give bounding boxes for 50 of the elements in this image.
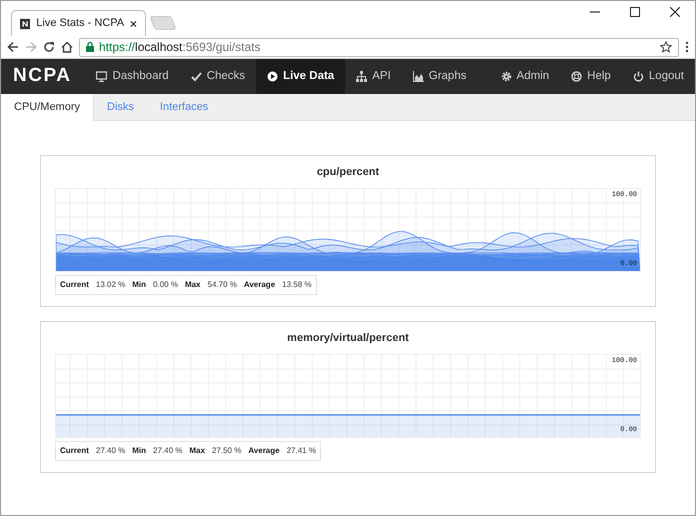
stat-label: Max (184, 278, 200, 290)
power-icon (632, 71, 644, 82)
site-icon (20, 18, 30, 30)
lock-icon (86, 42, 94, 52)
stat-label: Max (189, 444, 205, 456)
monitor-icon (96, 71, 108, 82)
close-icon[interactable] (670, 7, 680, 17)
reload-icon[interactable] (43, 41, 55, 53)
area-chart-icon (412, 71, 424, 82)
play-icon (267, 71, 278, 82)
nav-link[interactable]: Help (560, 59, 622, 94)
star-icon[interactable] (660, 41, 672, 53)
tab-title: Live Stats - NCPA (36, 16, 124, 32)
nav-link[interactable]: Graphs (402, 59, 478, 94)
sitemap-icon (356, 71, 368, 82)
stat-value: 13.02 % (96, 278, 126, 290)
graph-title: memory/virtual/percent (287, 331, 409, 346)
stat-value: 0.00 % (153, 278, 178, 290)
stat-value: 27.50 % (212, 444, 242, 456)
stat-label: Average (248, 444, 280, 456)
stat-label: Average (244, 278, 276, 290)
back-icon[interactable] (7, 41, 19, 53)
stat-label: Min (132, 444, 146, 456)
stat-value: 27.40 % (153, 444, 182, 456)
home-icon[interactable] (61, 41, 73, 53)
nav-link[interactable]: Logout (622, 59, 695, 94)
stat-value: 27.40 % (96, 444, 126, 456)
stat-value: 27.41 % (286, 444, 316, 456)
stat-value: 13.58 % (282, 278, 312, 290)
menu-icon[interactable] (685, 41, 689, 53)
graph-title: cpu/percent (316, 165, 380, 180)
brand-logo[interactable]: NCPA (1, 59, 86, 94)
stat-label: Current (60, 278, 89, 290)
close-icon[interactable] (130, 20, 137, 28)
address-field[interactable]: https://localhost:5693/gui/stats (79, 38, 679, 56)
nav-link[interactable]: API (345, 59, 402, 94)
stat-label: Min (132, 278, 146, 290)
nav-link[interactable]: Live Data (256, 59, 346, 94)
nav-link[interactable]: Checks (180, 59, 256, 94)
browser-tab[interactable]: Live Stats - NCPA (11, 10, 146, 36)
maximize-icon[interactable] (630, 7, 640, 17)
nav-link[interactable]: Dashboard (85, 59, 180, 94)
tab[interactable]: CPU/Memory (1, 94, 94, 121)
url-text: https://localhost:5693/gui/stats (99, 39, 262, 56)
nav-link[interactable]: Admin (490, 59, 560, 94)
lifebuoy-icon (571, 71, 582, 82)
settings-icon (500, 71, 512, 82)
checkmark-icon (190, 71, 202, 82)
stat-value: 54.70 % (208, 278, 237, 290)
stat-label: Current (60, 444, 89, 456)
